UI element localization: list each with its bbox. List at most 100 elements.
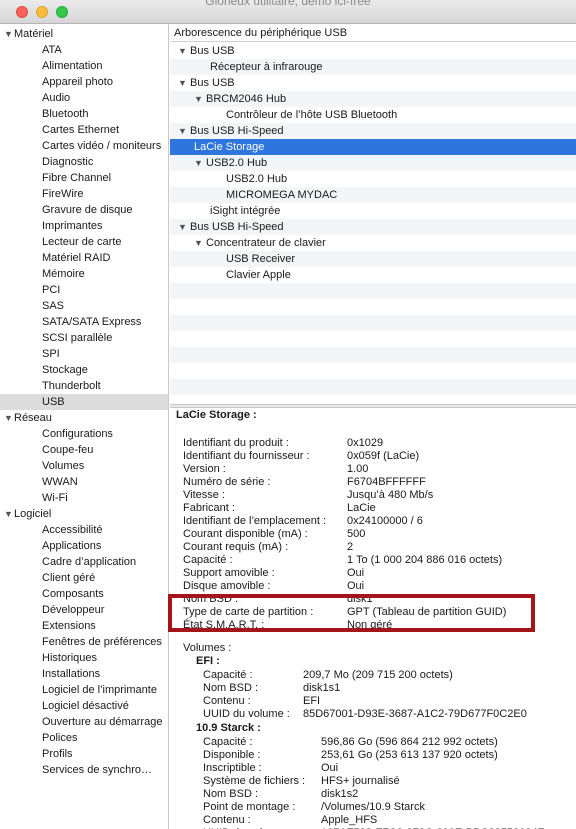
sidebar-item[interactable]: SATA/SATA Express [0, 314, 168, 330]
sidebar-item[interactable]: Historiques [0, 650, 168, 666]
sidebar-item[interactable]: Extensions [0, 618, 168, 634]
tree-row[interactable]: Récepteur à infrarouge [170, 59, 576, 75]
tree-row-label: Récepteur à infrarouge [210, 61, 323, 73]
property-label: Capacité : [183, 554, 233, 566]
sidebar-item[interactable]: SCSI parallèle [0, 330, 168, 346]
usb-device-tree: Arborescence du périphérique USB ▼ Bus US… [170, 24, 576, 404]
sidebar-item[interactable]: Fenêtres de préférences [0, 634, 168, 650]
tree-row[interactable] [170, 283, 576, 299]
sidebar-item[interactable]: Composants [0, 586, 168, 602]
tree-row[interactable]: ▼ BRCM2046 Hub [170, 91, 576, 107]
sidebar-item[interactable]: Thunderbolt [0, 378, 168, 394]
sidebar-category[interactable]: ▼ Logiciel [0, 506, 168, 522]
sidebar-item[interactable]: Logiciel de l’imprimante [0, 682, 168, 698]
sidebar-item[interactable]: Client géré [0, 570, 168, 586]
title-bar: Glorieux utilitaire, démo ici-free [0, 0, 576, 24]
sidebar-item[interactable]: Polices [0, 730, 168, 746]
tree-row-label: iSight intégrée [210, 205, 281, 217]
property-label: Support amovible : [183, 567, 275, 579]
tree-row[interactable]: USB2.0 Hub [170, 171, 576, 187]
sidebar-item[interactable]: Logiciel désactivé [0, 698, 168, 714]
sidebar-item[interactable]: Appareil photo [0, 74, 168, 90]
sidebar-item-label: Matériel RAID [42, 252, 111, 264]
tree-row[interactable]: ▼ Bus USB Hi-Speed [170, 219, 576, 235]
tree-row[interactable]: Contrôleur de l’hôte USB Bluetooth [170, 107, 576, 123]
tree-row[interactable] [170, 347, 576, 363]
sidebar-item[interactable]: Bluetooth [0, 106, 168, 122]
tree-row[interactable] [170, 395, 576, 404]
disclosure-triangle-icon[interactable]: ▼ [194, 235, 203, 251]
sidebar-category[interactable]: ▼ Matériel [0, 26, 168, 42]
sidebar-item[interactable]: Volumes [0, 458, 168, 474]
tree-row[interactable]: ▼ Bus USB [170, 43, 576, 59]
disclosure-triangle-icon[interactable]: ▼ [4, 506, 13, 522]
sidebar-item[interactable]: Configurations [0, 426, 168, 442]
sidebar-item[interactable]: Développeur [0, 602, 168, 618]
sidebar-item[interactable]: Cadre d’application [0, 554, 168, 570]
sidebar-item[interactable]: Services de synchro… [0, 762, 168, 778]
sidebar-item[interactable]: Cartes Ethernet [0, 122, 168, 138]
sidebar-item[interactable]: Imprimantes [0, 218, 168, 234]
sidebar-item[interactable]: USB [0, 394, 168, 410]
tree-row[interactable] [170, 315, 576, 331]
sidebar-item[interactable]: Cartes vidéo / moniteurs [0, 138, 168, 154]
sidebar-item-label: Alimentation [42, 60, 103, 72]
sidebar-item[interactable]: Ouverture au démarrage [0, 714, 168, 730]
sidebar-item[interactable]: Installations [0, 666, 168, 682]
tree-row[interactable]: iSight intégrée [170, 203, 576, 219]
sidebar-item[interactable]: Alimentation [0, 58, 168, 74]
sidebar-item-label: Profils [42, 748, 73, 760]
sidebar-item[interactable]: Mémoire [0, 266, 168, 282]
sidebar-item[interactable]: Audio [0, 90, 168, 106]
sidebar-item[interactable]: WWAN [0, 474, 168, 490]
tree-row[interactable] [170, 379, 576, 395]
sidebar-item[interactable]: Diagnostic [0, 154, 168, 170]
sidebar-item[interactable]: Wi-Fi [0, 490, 168, 506]
volume-property-row: UUID du volume : 85D67001-D93E-3687-A1C2-… [203, 708, 576, 721]
tree-row[interactable]: MICROMEGA MYDAC [170, 187, 576, 203]
disclosure-triangle-icon[interactable]: ▼ [194, 155, 203, 171]
disclosure-triangle-icon[interactable]: ▼ [178, 123, 187, 139]
property-label: Courant requis (mA) : [183, 541, 289, 553]
disclosure-triangle-icon[interactable]: ▼ [4, 26, 13, 42]
disclosure-triangle-icon[interactable]: ▼ [178, 219, 187, 235]
tree-row[interactable]: ▼ Concentrateur de clavier [170, 235, 576, 251]
sidebar-item[interactable]: Profils [0, 746, 168, 762]
sidebar-item[interactable]: Coupe-feu [0, 442, 168, 458]
sidebar-item[interactable]: Lecteur de carte [0, 234, 168, 250]
property-label: Nom BSD : [203, 682, 259, 694]
property-value: LaCie [347, 502, 376, 514]
disclosure-triangle-icon[interactable]: ▼ [4, 410, 13, 426]
sidebar-item[interactable]: Applications [0, 538, 168, 554]
sidebar-item-label: Développeur [42, 604, 105, 616]
tree-row[interactable] [170, 331, 576, 347]
sidebar-item[interactable]: Fibre Channel [0, 170, 168, 186]
sidebar-category[interactable]: ▼ Réseau [0, 410, 168, 426]
disclosure-triangle-icon[interactable]: ▼ [178, 43, 187, 59]
sidebar-item[interactable]: ATA [0, 42, 168, 58]
sidebar-item-label: Logiciel de l’imprimante [42, 684, 157, 696]
sidebar-item[interactable]: Accessibilité [0, 522, 168, 538]
sidebar-item[interactable]: Matériel RAID [0, 250, 168, 266]
tree-row[interactable]: LaCie Storage [170, 139, 576, 155]
tree-row[interactable]: Clavier Apple [170, 267, 576, 283]
tree-row[interactable]: ▼ Bus USB [170, 75, 576, 91]
tree-row[interactable] [170, 299, 576, 315]
tree-row[interactable]: ▼ USB2.0 Hub [170, 155, 576, 171]
sidebar-item[interactable]: PCI [0, 282, 168, 298]
property-value: disk1 [347, 593, 373, 605]
disclosure-triangle-icon[interactable]: ▼ [178, 75, 187, 91]
sidebar-item[interactable]: SPI [0, 346, 168, 362]
sidebar-item[interactable]: FireWire [0, 186, 168, 202]
sidebar-item[interactable]: SAS [0, 298, 168, 314]
sidebar-item[interactable]: Stockage [0, 362, 168, 378]
disclosure-triangle-icon[interactable]: ▼ [194, 91, 203, 107]
sidebar-item[interactable]: Gravure de disque [0, 202, 168, 218]
tree-row[interactable]: USB Receiver [170, 251, 576, 267]
tree-row[interactable] [170, 363, 576, 379]
property-value: Jusqu’à 480 Mb/s [347, 489, 434, 501]
sidebar-item-label: SATA/SATA Express [42, 316, 142, 328]
tree-header[interactable]: Arborescence du périphérique USB [170, 24, 576, 42]
property-value: /Volumes/10.9 Starck [321, 801, 425, 813]
tree-row[interactable]: ▼ Bus USB Hi-Speed [170, 123, 576, 139]
